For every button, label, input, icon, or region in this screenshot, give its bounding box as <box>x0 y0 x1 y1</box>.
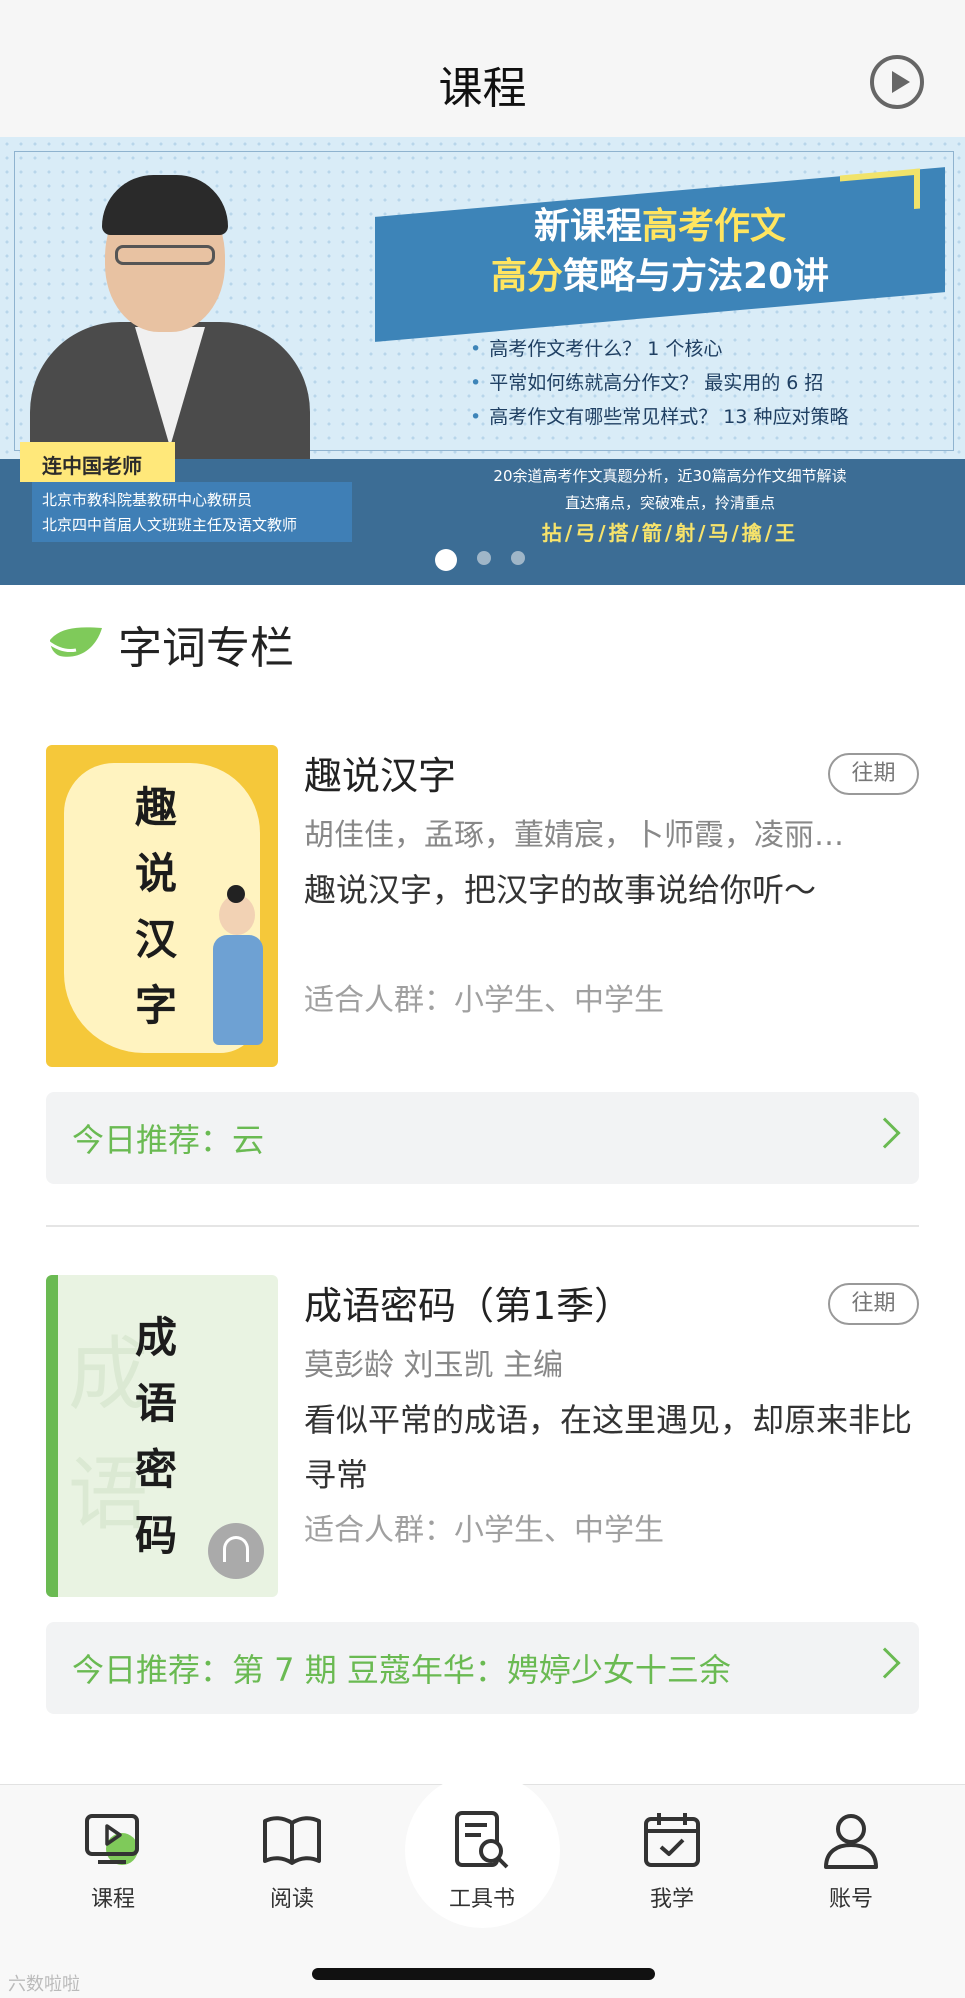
promo-banner[interactable]: 新课程高考作文 高分策略与方法20讲 高考作文考什么？ 1 个核心 平常如何练就… <box>0 137 965 585</box>
tab-course[interactable]: 课程 <box>53 1809 173 1913</box>
dictionary-icon <box>455 1811 509 1869</box>
course-cover[interactable]: 成语 成 语 密 码 <box>46 1275 278 1597</box>
cover-char: 语 <box>134 1379 177 1428</box>
divider <box>46 1225 919 1227</box>
banner-tagline-3: 拈/弓/搭/箭/射/马/擒/王 <box>541 521 799 545</box>
archive-tag[interactable]: 往期 <box>828 753 919 795</box>
carousel-dots[interactable] <box>435 549 545 571</box>
cover-char: 汉 <box>134 915 177 964</box>
page-title: 课程 <box>438 63 527 114</box>
recommend-text: 今日推荐：第 7 期 豆蔻年华：娉婷少女十三余 <box>72 1651 731 1689</box>
play-circle-icon[interactable] <box>870 55 924 109</box>
cover-char: 码 <box>134 1511 177 1560</box>
chevron-right-icon <box>869 1117 901 1149</box>
carousel-dot[interactable] <box>477 550 491 565</box>
banner-bullet: 高考作文有哪些常见样式？ 13 种应对策略 <box>470 400 940 434</box>
carousel-dot[interactable] <box>511 550 525 565</box>
course-title[interactable]: 成语密码（第1季） <box>304 1275 632 1330</box>
tab-account[interactable]: 账号 <box>791 1809 911 1913</box>
course-desc: 趣说汉字，把汉字的故事说给你听～ <box>304 871 817 909</box>
cover-char: 字 <box>134 981 177 1030</box>
bottom-tabbar: 课程 阅读 工具书 我学 账号 <box>0 1773 965 1998</box>
tab-label: 工具书 <box>448 1887 515 1912</box>
banner-tagline-2: 直达痛点，突破难点，拎清重点 <box>564 494 775 512</box>
leaf-icon <box>47 627 102 657</box>
course-cover[interactable]: 趣 说 汉 字 <box>46 745 278 1067</box>
banner-tagline-1: 20余道高考作文真题分析，近30篇高分作文细节解读 <box>493 467 847 485</box>
course-author: 莫彭龄 刘玉凯 主编 <box>304 1348 564 1383</box>
calendar-check-icon <box>644 1813 700 1867</box>
home-indicator[interactable] <box>312 1968 655 1980</box>
top-header: 课程 <box>0 0 965 137</box>
recommend-text: 今日推荐：云 <box>72 1121 265 1159</box>
course-author: 胡佳佳，孟琢，董婧宸，卜师霞，凌丽… <box>304 818 844 853</box>
banner-bullets: 高考作文考什么？ 1 个核心 平常如何练就高分作文？ 最实用的 6 招 高考作文… <box>470 332 940 434</box>
archive-tag[interactable]: 往期 <box>828 1283 919 1325</box>
today-recommend[interactable]: 今日推荐：云 <box>46 1092 919 1184</box>
tab-read[interactable]: 阅读 <box>232 1809 352 1913</box>
watermark-text: 六数啦啦 <box>8 1974 80 1995</box>
course-desc: 看似平常的成语，在这里遇见，却原来非比寻常 <box>304 1401 913 1494</box>
chevron-right-icon <box>869 1647 901 1679</box>
tab-label: 阅读 <box>269 1887 314 1912</box>
teacher-name: 连中国老师 <box>20 442 175 482</box>
tab-label: 课程 <box>90 1887 135 1912</box>
banner-title-line1: 新课程高考作文 <box>533 206 787 247</box>
banner-bullet: 平常如何练就高分作文？ 最实用的 6 招 <box>470 366 940 400</box>
section-title: 字词专栏 <box>118 623 294 674</box>
cover-char: 成 <box>134 1313 177 1362</box>
banner-bullet: 高考作文考什么？ 1 个核心 <box>470 332 940 366</box>
banner-title-line2: 高分策略与方法20讲 <box>490 256 830 297</box>
tab-label: 账号 <box>828 1887 873 1912</box>
teacher-description: 北京市教科院基教研中心教研员 北京四中首届人文班班主任及语文教师 <box>32 482 352 542</box>
tab-dictionary[interactable]: 工具书 <box>422 1809 542 1913</box>
course-card[interactable]: 趣 说 汉 字 趣说汉字 往期 胡佳佳，孟琢，董婧宸，卜师霞，凌丽… 趣说汉字，… <box>46 745 919 1185</box>
cover-char: 趣 <box>134 783 177 832</box>
cover-char: 说 <box>134 849 177 898</box>
tab-label: 我学 <box>649 1887 694 1912</box>
cover-char: 密 <box>134 1445 177 1494</box>
person-icon <box>824 1814 878 1869</box>
course-card[interactable]: 成语 成 语 密 码 成语密码（第1季） 往期 莫彭龄 刘玉凯 主编 看似平常的… <box>46 1275 919 1715</box>
course-audience: 适合人群：小学生、中学生 <box>304 1513 664 1548</box>
tab-mystudy[interactable]: 我学 <box>612 1809 732 1913</box>
book-icon <box>263 1816 321 1865</box>
course-audience: 适合人群：小学生、中学生 <box>304 983 664 1018</box>
today-recommend[interactable]: 今日推荐：第 7 期 豆蔻年华：娉婷少女十三余 <box>46 1622 919 1714</box>
course-icon <box>85 1814 139 1865</box>
course-title[interactable]: 趣说汉字 <box>304 745 456 800</box>
headphones-icon[interactable] <box>208 1523 264 1579</box>
carousel-dot-active[interactable] <box>435 549 457 571</box>
scholar-figure <box>211 885 266 1055</box>
